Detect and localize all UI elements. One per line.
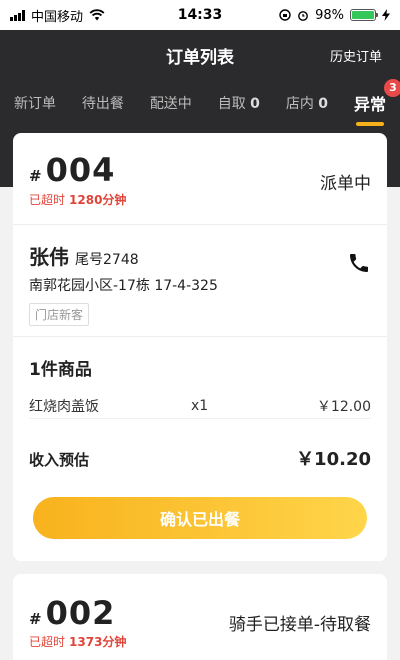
item-price: ￥12.00 [316, 398, 371, 415]
confirm-meal-ready-button[interactable]: 确认已出餐 [33, 497, 367, 539]
customer-section: 张伟 尾号2748 南郭花园小区-17栋 17-4-325 门店新客 [13, 225, 387, 337]
tab-self-pickup[interactable]: 自取 0 [218, 93, 260, 113]
exception-count-badge: 3 [383, 78, 400, 97]
tab-exception[interactable]: 异常 3 [353, 78, 400, 126]
wifi-icon [89, 9, 105, 21]
tab-new-orders[interactable]: 新订单 [14, 93, 56, 113]
overdue-info: 已超时 1280分钟 [29, 191, 126, 208]
order-card[interactable]: # 004 派单中 已超时 1280分钟 张伟 尾号2748 南郭花园小区-17栋 … [13, 133, 387, 561]
order-header: # 004 派单中 已超时 1280分钟 [13, 133, 387, 225]
goods-section: 1件商品 红烧肉盖饭 x1 ￥12.00 收入预估 ￥10.20 确认已出餐 [13, 337, 387, 561]
list-item: 红烧肉盖饭 x1 ￥12.00 [29, 393, 371, 419]
order-card[interactable]: # 002 骑手已接单-待取餐 已超时 1373分钟 [13, 574, 387, 660]
customer-name-text: 张伟 [29, 245, 69, 269]
overdue-label: 已超时 [29, 635, 66, 649]
customer-name: 张伟 尾号2748 [29, 241, 139, 270]
overdue-value: 1280分钟 [69, 193, 127, 207]
battery-level [352, 11, 374, 19]
customer-tag: 门店新客 [29, 303, 90, 326]
overdue-value: 1373分钟 [69, 635, 127, 649]
phone-tail-number: 尾号2748 [75, 252, 139, 268]
order-status: 派单中 [320, 174, 371, 194]
tab-label: 自取 [217, 95, 246, 112]
order-hash: # [29, 167, 42, 185]
alarm-icon [298, 11, 308, 21]
tab-pending-meal[interactable]: 待出餐 [82, 93, 124, 113]
tab-label: 店内 [285, 95, 314, 112]
phone-icon[interactable] [347, 251, 371, 275]
overdue-label: 已超时 [29, 193, 66, 207]
page-title: 订单列表 [166, 47, 234, 68]
item-name: 红烧肉盖饭 [29, 398, 99, 415]
history-orders-link[interactable]: 历史订单 [330, 46, 382, 65]
order-tabs: 新订单 待出餐 配送中 自取 0 店内 0 异常 3 [0, 78, 400, 126]
tab-dine-in[interactable]: 店内 0 [286, 93, 328, 113]
signal-icon [10, 9, 25, 21]
tab-label: 新订单 [14, 95, 56, 112]
order-hash: # [29, 610, 42, 628]
goods-count: 1件商品 [29, 360, 92, 380]
delivery-address: 南郭花园小区-17栋 17-4-325 [29, 278, 218, 294]
item-quantity: x1 [191, 397, 209, 414]
lock-rotation-icon [279, 9, 291, 21]
income-estimate: 收入预估 ￥10.20 [29, 445, 371, 471]
tab-label: 待出餐 [81, 95, 124, 112]
order-number-value: 004 [45, 151, 116, 189]
tab-delivering[interactable]: 配送中 [150, 93, 192, 113]
order-number: # 002 [29, 594, 115, 632]
tab-label: 异常 [353, 94, 386, 114]
income-value: ￥10.20 [296, 449, 371, 470]
title-bar: 订单列表 历史订单 [0, 30, 400, 80]
income-label: 收入预估 [29, 451, 90, 469]
order-status: 骑手已接单-待取餐 [228, 615, 371, 635]
order-number-value: 002 [45, 594, 116, 632]
active-tab-indicator [355, 121, 384, 126]
status-bar: 中国移动 14:33 98% [0, 0, 400, 30]
tab-count: 0 [318, 95, 329, 112]
order-number: # 004 [29, 151, 115, 189]
battery-percent: 98% [315, 7, 344, 23]
charging-icon [382, 9, 390, 21]
carrier-label: 中国移动 [31, 9, 84, 25]
battery-icon [350, 9, 378, 21]
tab-count: 0 [250, 95, 260, 112]
tab-label: 配送中 [149, 95, 192, 112]
overdue-info: 已超时 1373分钟 [29, 633, 126, 650]
